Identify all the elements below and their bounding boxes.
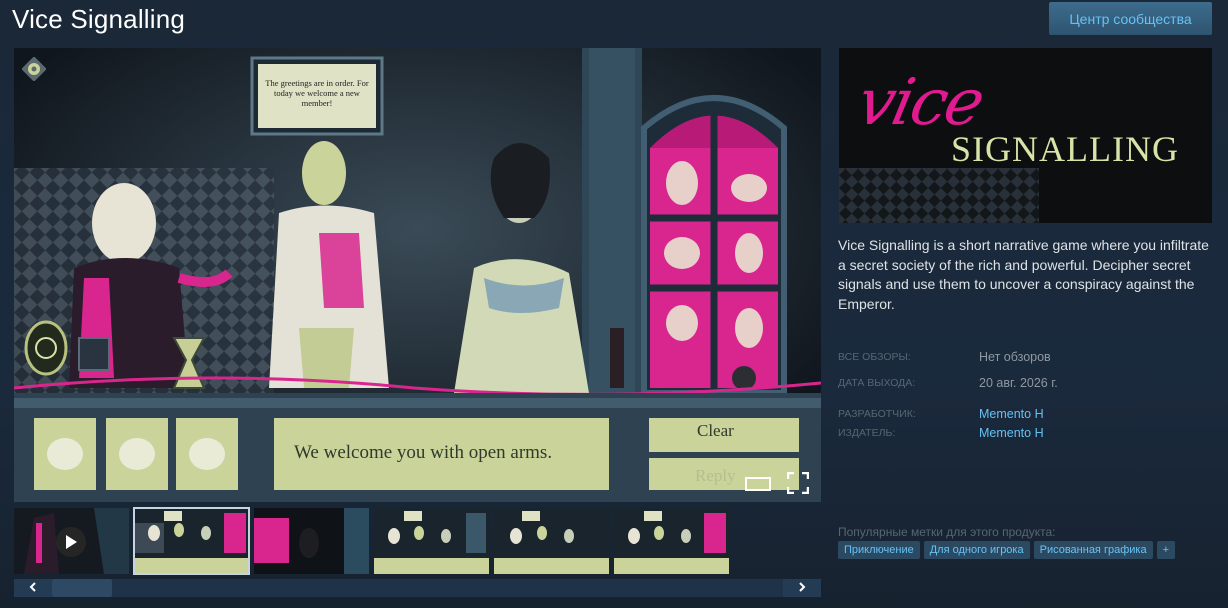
thumbnail-2[interactable] xyxy=(133,507,250,575)
tag-more-button[interactable]: + xyxy=(1156,541,1176,559)
publisher-label: ИЗДАТЕЛЬ: xyxy=(838,427,896,439)
publisher-link[interactable]: Memento H xyxy=(979,426,1044,440)
thumbnail-art xyxy=(134,508,249,574)
fullscreen-icon[interactable] xyxy=(787,472,809,494)
gear-icon[interactable] xyxy=(22,57,46,81)
thumbnail-3[interactable] xyxy=(254,508,369,574)
game-description: Vice Signalling is a short narrative gam… xyxy=(838,237,1209,312)
dialogue-subtitle: We welcome you with open arms. xyxy=(294,442,553,463)
thumbnail-art xyxy=(374,508,489,574)
scroll-right-button[interactable] xyxy=(783,579,821,597)
scroll-track[interactable] xyxy=(52,579,783,597)
thumbnail-strip xyxy=(14,507,821,575)
chevron-left-icon xyxy=(29,579,37,597)
community-hub-button[interactable]: Центр сообщества xyxy=(1049,2,1212,35)
thumbnail-4[interactable] xyxy=(374,508,489,574)
tag-hand-drawn[interactable]: Рисованная графика xyxy=(1033,541,1153,559)
thumbnail-video[interactable] xyxy=(14,508,129,574)
thumbnail-art xyxy=(494,508,609,574)
thumbnail-art xyxy=(254,508,369,574)
tag-singleplayer[interactable]: Для одного игрока xyxy=(923,541,1030,559)
play-icon[interactable] xyxy=(56,527,86,557)
tags-label: Популярные метки для этого продукта: xyxy=(838,525,1056,539)
clear-label: Clear xyxy=(697,421,734,440)
thumbnail-6[interactable] xyxy=(614,508,729,574)
scroll-thumb[interactable] xyxy=(52,579,112,597)
reviews-label: ВСЕ ОБЗОРЫ: xyxy=(838,351,911,363)
logo-signalling-text: SIGNALLING xyxy=(951,129,1179,169)
main-screenshot[interactable]: The greetings are in order. For today we… xyxy=(14,48,821,502)
reply-label: Reply xyxy=(695,466,736,485)
game-capsule-image: vice SIGNALLING xyxy=(839,48,1212,223)
sign-text: The greetings are in order. For today we… xyxy=(265,78,369,108)
chevron-right-icon xyxy=(798,579,806,597)
developer-label: РАЗРАБОТЧИК: xyxy=(838,408,916,420)
reviews-value: Нет обзоров xyxy=(979,350,1051,364)
scroll-left-button[interactable] xyxy=(14,579,52,597)
release-date-label: ДАТА ВЫХОДА: xyxy=(838,377,916,389)
developer-link[interactable]: Memento H xyxy=(979,407,1044,421)
thumbnail-scrollbar[interactable] xyxy=(14,579,821,597)
page-title: Vice Signalling xyxy=(12,4,186,34)
window-mode-icon[interactable] xyxy=(745,477,771,491)
release-date-value: 20 авг. 2026 г. xyxy=(979,376,1058,390)
thumbnail-5[interactable] xyxy=(494,508,609,574)
thumbnail-art xyxy=(614,508,729,574)
tags-list: Приключение Для одного игрока Рисованная… xyxy=(838,541,1176,559)
tag-adventure[interactable]: Приключение xyxy=(838,541,920,559)
